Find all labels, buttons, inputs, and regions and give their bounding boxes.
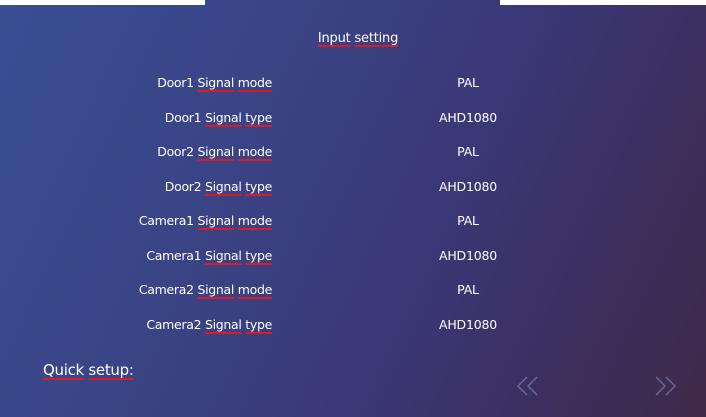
setting-label: Door1 Signal type bbox=[164, 110, 273, 125]
quick-setup-label[interactable]: Quick setup: bbox=[43, 361, 134, 379]
label-word-signal: Signal bbox=[197, 213, 235, 228]
setting-value[interactable]: PAL bbox=[400, 213, 536, 228]
double-left-arrow-icon bbox=[515, 373, 541, 399]
setting-value[interactable]: PAL bbox=[400, 282, 536, 297]
label-word-signal: Signal bbox=[204, 317, 242, 332]
setting-label: Camera1 Signal type bbox=[146, 248, 272, 263]
next-page-button[interactable] bbox=[652, 373, 678, 399]
setting-row-door2-signal-mode[interactable]: Door2 Signal mode PAL bbox=[0, 144, 706, 164]
setting-row-camera2-signal-type[interactable]: Camera2 Signal type AHD1080 bbox=[0, 317, 706, 337]
label-word-signal: Signal bbox=[204, 179, 242, 194]
label-device: Camera2 bbox=[138, 282, 194, 297]
top-edge-strip-left bbox=[0, 0, 205, 5]
setting-value[interactable]: AHD1080 bbox=[400, 179, 536, 194]
label-word-type: type bbox=[245, 179, 272, 194]
previous-page-button[interactable] bbox=[515, 373, 541, 399]
label-device: Door2 bbox=[164, 179, 202, 194]
label-device: Camera1 bbox=[138, 213, 194, 228]
label-word-mode: mode bbox=[237, 282, 273, 297]
title-setting-word: setting bbox=[354, 31, 399, 46]
quick-word: Quick bbox=[43, 361, 84, 379]
setting-value[interactable]: AHD1080 bbox=[400, 317, 536, 332]
label-word-mode: mode bbox=[237, 75, 273, 90]
label-word-signal: Signal bbox=[204, 248, 242, 263]
label-device: Door2 bbox=[157, 144, 194, 159]
label-word-mode: mode bbox=[237, 144, 273, 159]
setting-value[interactable]: AHD1080 bbox=[400, 248, 536, 263]
setting-row-camera2-signal-mode[interactable]: Camera2 Signal mode PAL bbox=[0, 282, 706, 302]
label-word-type: type bbox=[245, 110, 272, 125]
input-setting-screen: Input setting Door1 Signal mode PAL Door… bbox=[0, 0, 706, 417]
page-title: Input setting bbox=[0, 31, 706, 46]
label-word-type: type bbox=[245, 317, 272, 332]
label-device: Door1 bbox=[157, 75, 194, 90]
setting-label: Door2 Signal type bbox=[164, 179, 273, 194]
label-word-signal: Signal bbox=[204, 110, 242, 125]
label-word-mode: mode bbox=[237, 213, 273, 228]
setting-value[interactable]: AHD1080 bbox=[400, 110, 536, 125]
setting-label: Door1 Signal mode bbox=[157, 75, 272, 90]
setting-label: Camera1 Signal mode bbox=[139, 213, 272, 228]
label-device: Door1 bbox=[164, 110, 202, 125]
setting-label: Door2 Signal mode bbox=[157, 144, 272, 159]
setting-row-door1-signal-mode[interactable]: Door1 Signal mode PAL bbox=[0, 75, 706, 95]
setup-word: setup: bbox=[88, 361, 134, 379]
label-word-signal: Signal bbox=[197, 282, 235, 297]
setting-value[interactable]: PAL bbox=[400, 75, 536, 90]
setting-value[interactable]: PAL bbox=[400, 144, 536, 159]
setting-label: Camera2 Signal mode bbox=[139, 282, 272, 297]
label-word-signal: Signal bbox=[197, 75, 235, 90]
top-edge-strip-right bbox=[500, 0, 706, 5]
label-device: Camera2 bbox=[146, 317, 202, 332]
label-word-signal: Signal bbox=[197, 144, 235, 159]
setting-row-door1-signal-type[interactable]: Door1 Signal type AHD1080 bbox=[0, 110, 706, 130]
setting-row-door2-signal-type[interactable]: Door2 Signal type AHD1080 bbox=[0, 179, 706, 199]
double-right-arrow-icon bbox=[652, 373, 678, 399]
setting-row-camera1-signal-type[interactable]: Camera1 Signal type AHD1080 bbox=[0, 248, 706, 268]
label-word-type: type bbox=[245, 248, 272, 263]
title-input-word: Input bbox=[317, 31, 351, 46]
setting-row-camera1-signal-mode[interactable]: Camera1 Signal mode PAL bbox=[0, 213, 706, 233]
label-device: Camera1 bbox=[146, 248, 202, 263]
setting-label: Camera2 Signal type bbox=[146, 317, 272, 332]
